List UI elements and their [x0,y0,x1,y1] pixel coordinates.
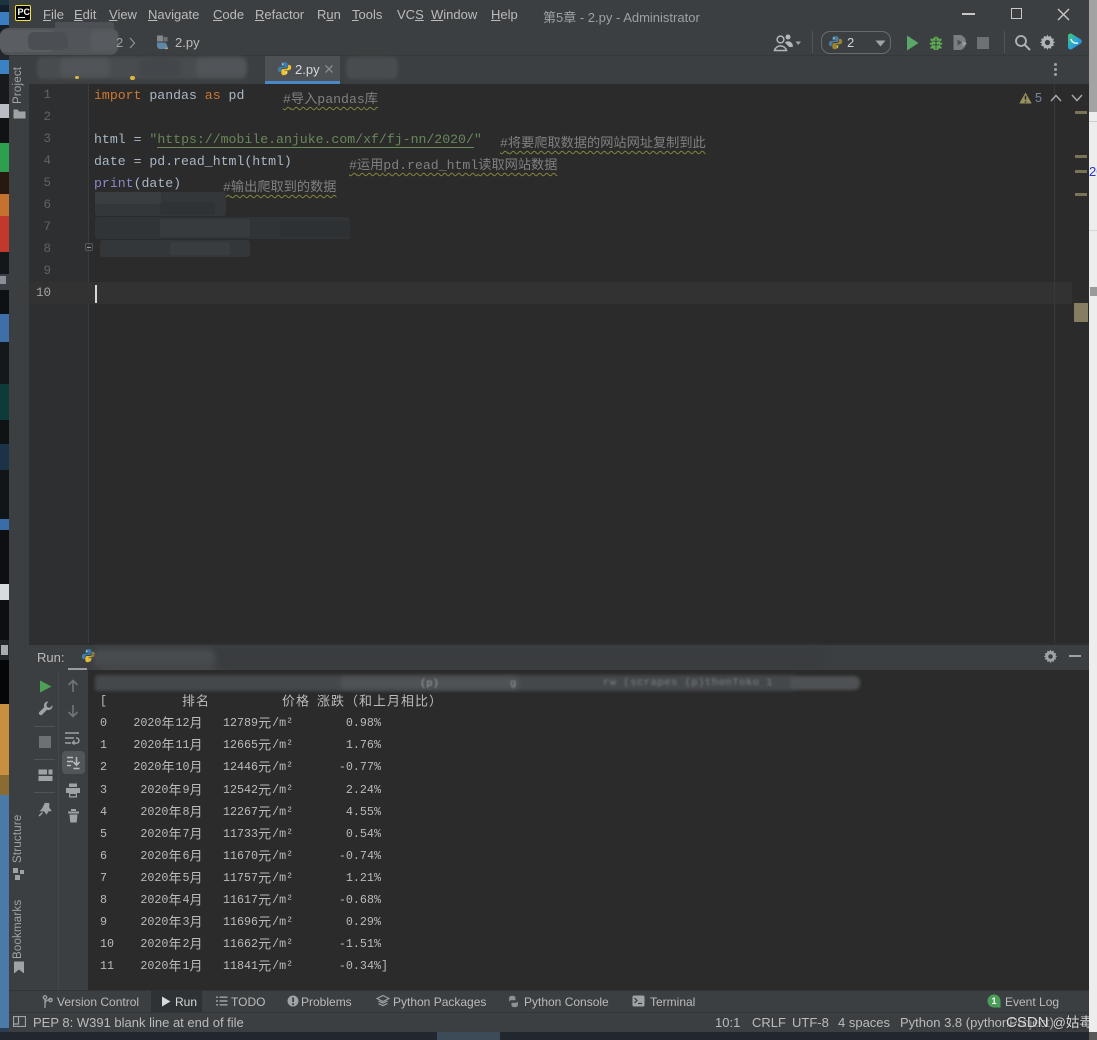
svg-text:1: 1 [991,996,996,1006]
